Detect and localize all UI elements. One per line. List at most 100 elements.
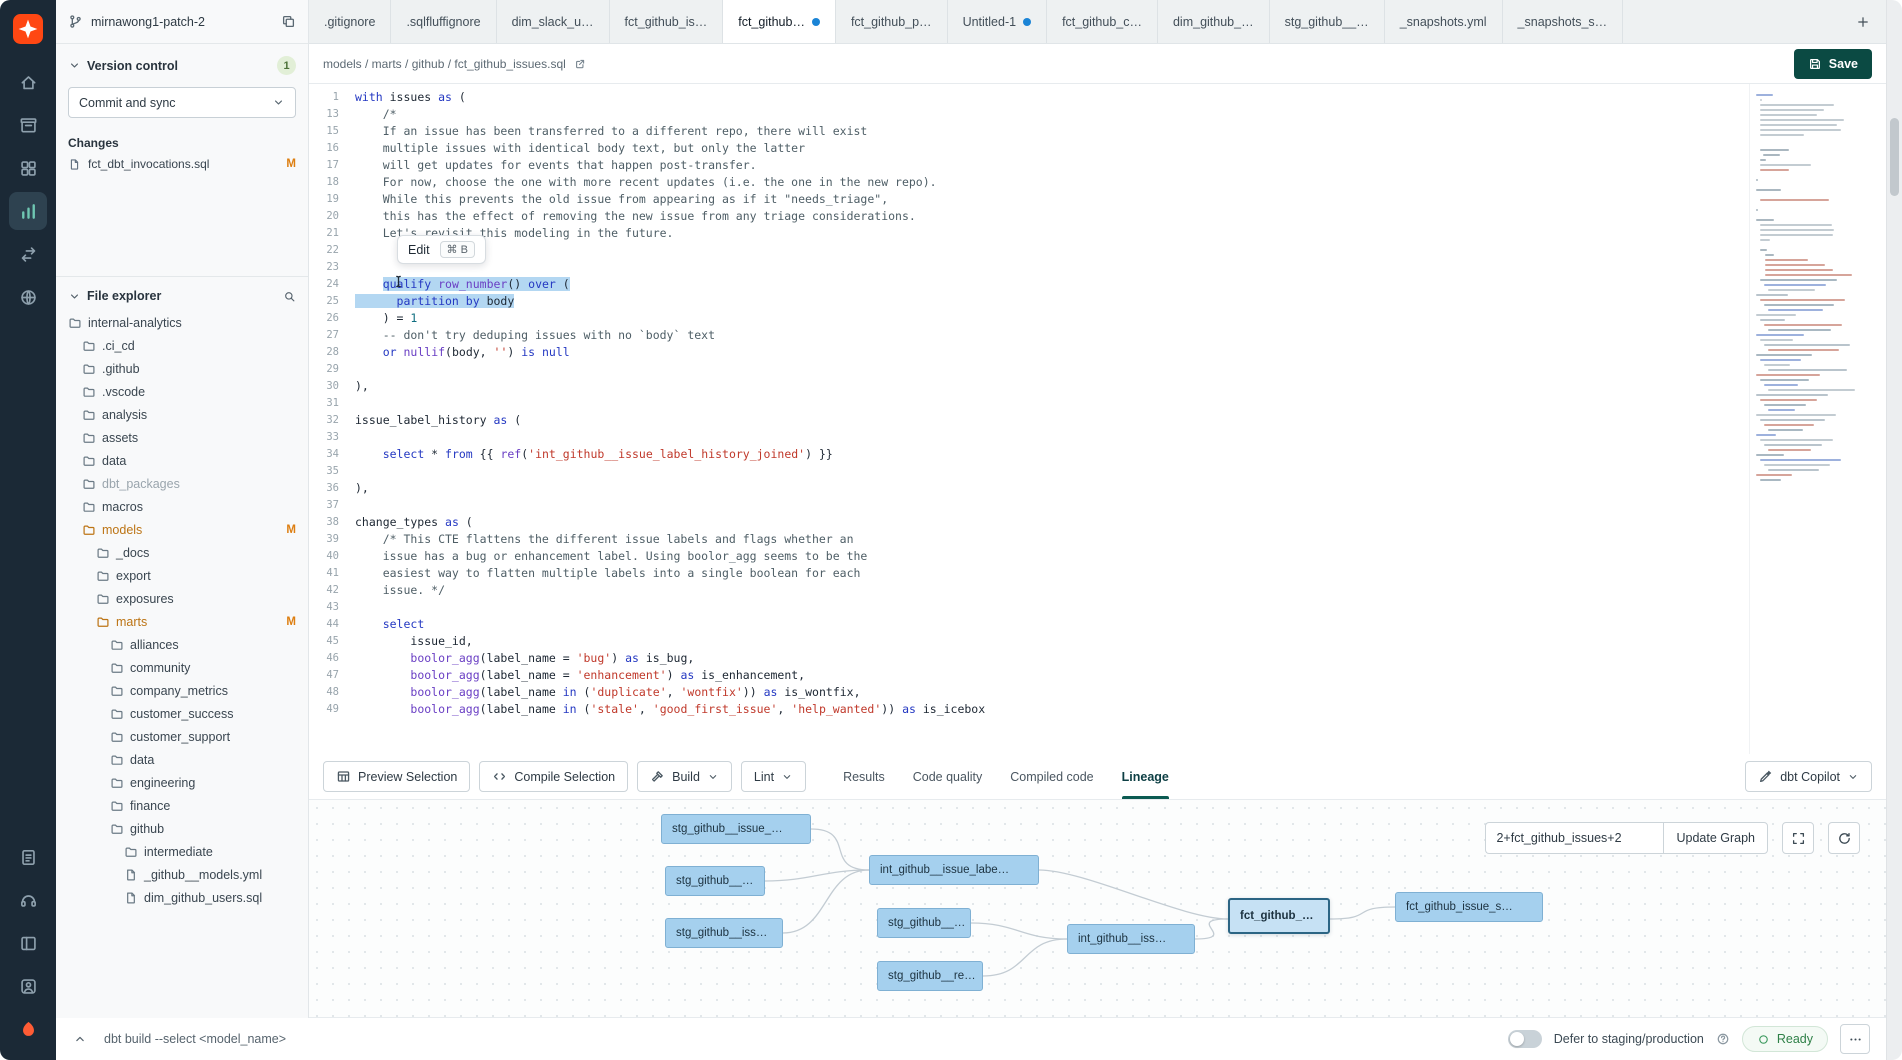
code-editor[interactable]: 1with issues as (13 /*15 If an issue has… (309, 84, 1886, 754)
defer-toggle[interactable] (1508, 1030, 1542, 1048)
code-line[interactable]: 40 issue has a bug or enhancement label.… (309, 548, 1740, 565)
tree-item-engineering[interactable]: engineering (56, 771, 308, 794)
dbt-logo[interactable] (9, 10, 47, 48)
code-line[interactable]: 34 select * from {{ ref('int_github__iss… (309, 446, 1740, 463)
lineage-node-fct-github-issue-s[interactable]: fct_github_issue_s… (1395, 892, 1543, 922)
fullscreen-button[interactable] (1782, 822, 1814, 854)
compile-selection-button[interactable]: Compile Selection (479, 761, 628, 792)
result-tab-compiled-code[interactable]: Compiled code (1010, 754, 1093, 799)
breadcrumb-open-icon[interactable] (574, 57, 587, 70)
lineage-node-int-github-issue-labe[interactable]: int_github__issue_labe… (869, 855, 1039, 885)
file-explorer-header[interactable]: File explorer (56, 277, 308, 309)
tree-item-internal-analytics[interactable]: internal-analytics (56, 311, 308, 334)
page-scrollbar[interactable] (1886, 0, 1902, 1060)
home[interactable] (9, 63, 47, 101)
tree-item-export[interactable]: export (56, 564, 308, 587)
tree-item-github-models-yml[interactable]: _github__models.yml (56, 863, 308, 886)
lineage-selector-input[interactable] (1485, 822, 1663, 854)
code-line[interactable]: 21 Let's revisit this modeling in the fu… (309, 225, 1740, 242)
code-line[interactable]: 45 issue_id, (309, 633, 1740, 650)
docs[interactable] (9, 924, 47, 962)
develop[interactable] (9, 192, 47, 230)
code-line[interactable]: 49 boolor_agg(label_name in ('stale', 'g… (309, 701, 1740, 718)
tree-item-github[interactable]: github (56, 817, 308, 840)
code-line[interactable]: 23 (309, 259, 1740, 276)
code-line[interactable]: 38change_types as ( (309, 514, 1740, 531)
branch-selector[interactable]: mirnawong1-patch-2 (56, 0, 308, 44)
account[interactable] (9, 967, 47, 1005)
code-line[interactable]: 17 will get updates for events that happ… (309, 157, 1740, 174)
refresh-graph-button[interactable] (1828, 822, 1860, 854)
diff[interactable] (9, 235, 47, 273)
commit-and-sync-button[interactable]: Commit and sync (68, 87, 296, 118)
preview-selection-button[interactable]: Preview Selection (323, 761, 470, 792)
notes[interactable] (9, 838, 47, 876)
apps[interactable] (9, 149, 47, 187)
result-tab-results[interactable]: Results (843, 754, 885, 799)
tab-dim-slack-u[interactable]: dim_slack_u… (497, 0, 610, 43)
code-line[interactable]: 43 (309, 599, 1740, 616)
code-line[interactable]: 37 (309, 497, 1740, 514)
tree-item-vscode[interactable]: .vscode (56, 380, 308, 403)
dbt-command-text[interactable]: dbt build --select <model_name> (104, 1032, 286, 1046)
tree-item-assets[interactable]: assets (56, 426, 308, 449)
lineage-node-stg-github-re[interactable]: stg_github__re… (877, 961, 983, 991)
code-line[interactable]: 26 ) = 1 (309, 310, 1740, 327)
code-line[interactable]: 20 this has the effect of removing the n… (309, 208, 1740, 225)
new-tab-button[interactable] (1840, 0, 1886, 43)
tab-gitignore[interactable]: .gitignore (309, 0, 391, 43)
tab-fct-github[interactable]: fct_github… (723, 0, 836, 43)
tree-item-docs[interactable]: _docs (56, 541, 308, 564)
tree-item-models[interactable]: modelsM (56, 518, 308, 541)
tab-snapshots-yml[interactable]: _snapshots.yml (1385, 0, 1503, 43)
code-line[interactable]: 16 multiple issues with identical body t… (309, 140, 1740, 157)
help-icon[interactable] (1716, 1032, 1730, 1046)
code-line[interactable]: 39 /* This CTE flattens the different is… (309, 531, 1740, 548)
tree-item-dim-github-users-sql[interactable]: dim_github_users.sql (56, 886, 308, 909)
code-line[interactable]: 42 issue. */ (309, 582, 1740, 599)
headset[interactable] (9, 881, 47, 919)
lineage-node-stg-github[interactable]: stg_github__… (665, 866, 765, 896)
code-line[interactable]: 41 easiest way to flatten multiple label… (309, 565, 1740, 582)
code-line[interactable]: 31 (309, 395, 1740, 412)
changed-file[interactable]: fct_dbt_invocations.sqlM (56, 154, 308, 174)
tree-item-customer-success[interactable]: customer_success (56, 702, 308, 725)
tree-item-dbt-packages[interactable]: dbt_packages (56, 472, 308, 495)
code-line[interactable]: 1with issues as ( (309, 89, 1740, 106)
code-line[interactable]: 48 boolor_agg(label_name in ('duplicate'… (309, 684, 1740, 701)
more-options-button[interactable] (1840, 1024, 1870, 1054)
result-tab-code-quality[interactable]: Code quality (913, 754, 983, 799)
edit-selection-tooltip[interactable]: Edit ⌘ B (397, 235, 486, 264)
lineage-node-stg-github[interactable]: stg_github__… (877, 908, 971, 938)
tree-item-macros[interactable]: macros (56, 495, 308, 518)
tab-untitled-1[interactable]: Untitled-1 (948, 0, 1048, 43)
code-line[interactable]: 18 For now, choose the one with more rec… (309, 174, 1740, 191)
status-ready-badge[interactable]: Ready (1742, 1026, 1828, 1052)
lineage-node-int-github-iss[interactable]: int_github__iss… (1067, 924, 1195, 954)
scrollbar-thumb[interactable] (1890, 118, 1899, 196)
minimap[interactable] (1750, 84, 1868, 754)
build-button[interactable]: Build (637, 761, 732, 792)
code-line[interactable]: 47 boolor_agg(label_name = 'enhancement'… (309, 667, 1740, 684)
tab-snapshots-s[interactable]: _snapshots_s… (1503, 0, 1624, 43)
flame-logo[interactable] (9, 1010, 47, 1048)
tab-fct-github-is[interactable]: fct_github_is… (610, 0, 724, 43)
code-line[interactable]: 32issue_label_history as ( (309, 412, 1740, 429)
tab-fct-github-c[interactable]: fct_github_c… (1047, 0, 1158, 43)
tree-item-finance[interactable]: finance (56, 794, 308, 817)
tab-dim-github[interactable]: dim_github_… (1158, 0, 1270, 43)
save-button[interactable]: Save (1794, 49, 1872, 79)
expand-command-bar-button[interactable] (68, 1027, 92, 1051)
tree-item-customer-support[interactable]: customer_support (56, 725, 308, 748)
tree-item-ci-cd[interactable]: .ci_cd (56, 334, 308, 357)
code-line[interactable]: 46 boolor_agg(label_name = 'bug') as is_… (309, 650, 1740, 667)
tree-item-marts[interactable]: martsM (56, 610, 308, 633)
lineage-node-fct-github[interactable]: fct_github_… (1228, 898, 1330, 934)
code-line[interactable]: 27 -- don't try deduping issues with no … (309, 327, 1740, 344)
code-line[interactable]: 28 or nullif(body, '') is null (309, 344, 1740, 361)
lint-button[interactable]: Lint (741, 761, 806, 792)
tree-item-company-metrics[interactable]: company_metrics (56, 679, 308, 702)
tree-item-alliances[interactable]: alliances (56, 633, 308, 656)
dbt-copilot-button[interactable]: dbt Copilot (1745, 761, 1872, 792)
code-line[interactable]: 29 (309, 361, 1740, 378)
